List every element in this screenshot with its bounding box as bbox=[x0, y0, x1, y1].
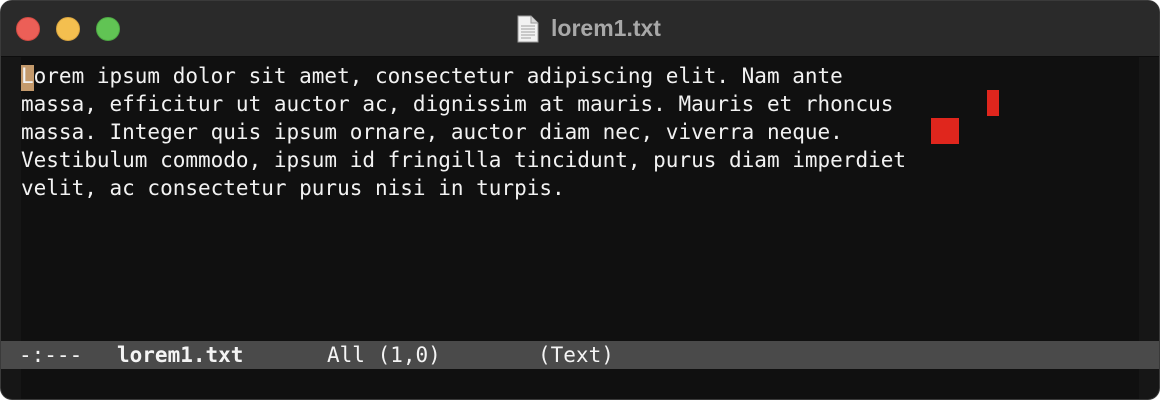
modeline-status: -:--- bbox=[19, 343, 83, 367]
buffer-line-4: Vestibulum commodo, ipsum id fringilla t… bbox=[21, 148, 907, 172]
modeline-major-mode: (Text) bbox=[538, 343, 614, 367]
buffer-line-5: velit, ac consectetur purus nisi in turp… bbox=[21, 176, 565, 200]
buffer-line-1: Lorem ipsum dolor sit amet, consectetur … bbox=[21, 64, 843, 88]
title-bar[interactable]: lorem1.txt bbox=[1, 1, 1159, 57]
text-buffer[interactable]: Lorem ipsum dolor sit amet, consectetur … bbox=[21, 57, 1139, 341]
trailing-whitespace-marker bbox=[987, 90, 999, 116]
buffer-line-2: massa, efficitur ut auctor ac, dignissim… bbox=[21, 92, 894, 116]
modeline-position: All (1,0) bbox=[327, 343, 441, 367]
trailing-whitespace-marker bbox=[931, 118, 959, 144]
buffer-line-3: massa. Integer quis ipsum ornare, auctor… bbox=[21, 120, 843, 144]
mode-line: -:--- lorem1.txt All (1,0) (Text) bbox=[1, 341, 1159, 369]
window-title-group: lorem1.txt bbox=[1, 1, 1159, 56]
minibuffer[interactable] bbox=[21, 369, 1139, 399]
text-document-icon bbox=[517, 15, 539, 42]
editor-window: lorem1.txt Lorem ipsum dolor sit amet, c… bbox=[0, 0, 1160, 400]
modeline-buffer-name: lorem1.txt bbox=[117, 343, 244, 367]
window-title: lorem1.txt bbox=[551, 15, 661, 41]
